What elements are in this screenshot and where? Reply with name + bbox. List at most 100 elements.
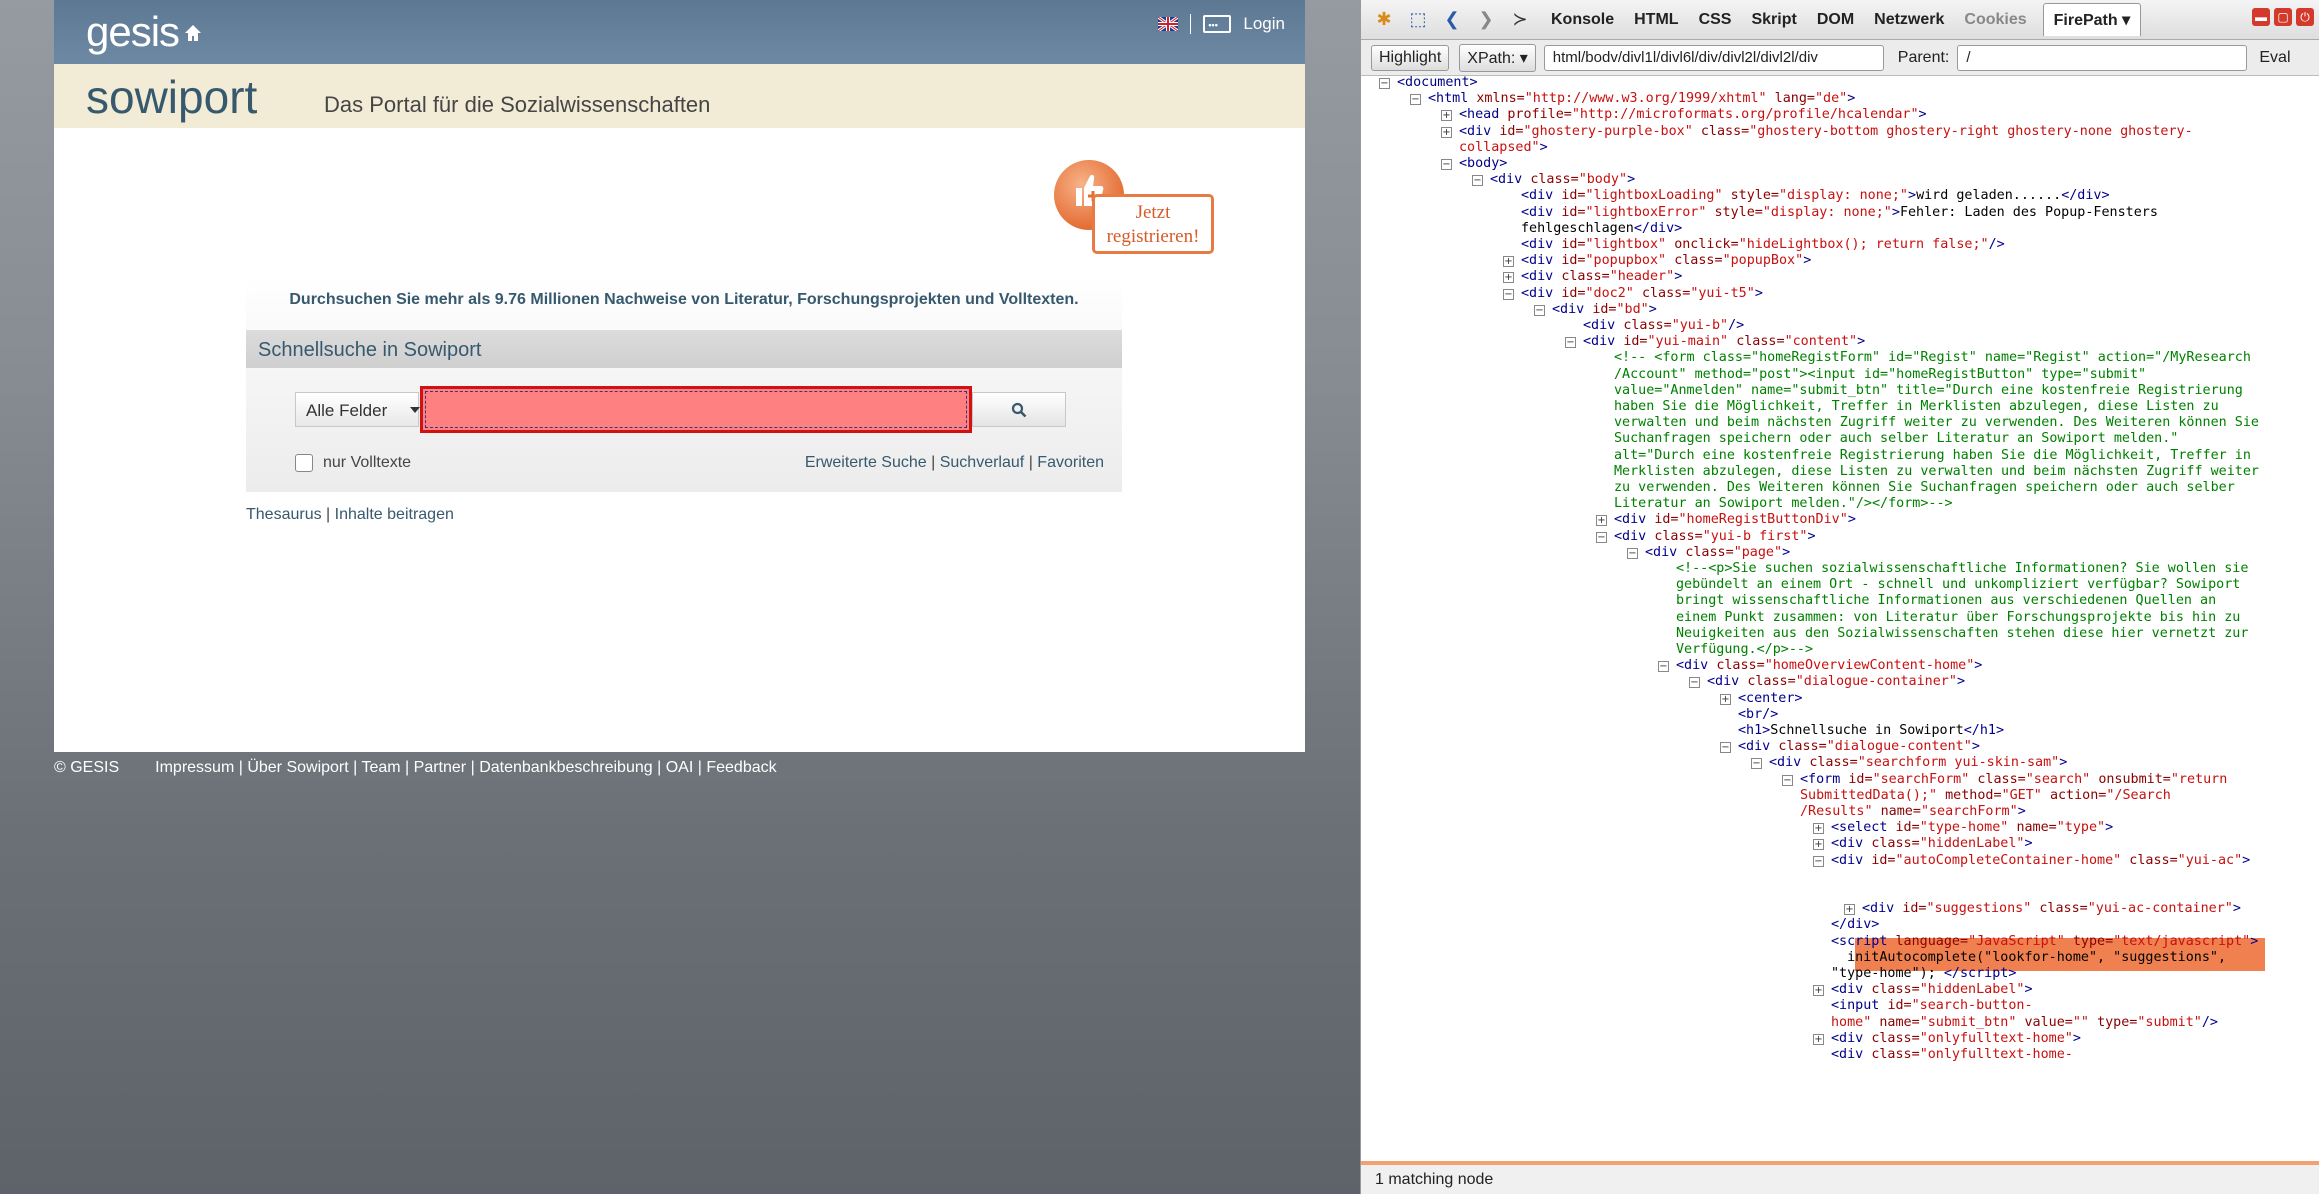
highlight-button[interactable]: Highlight xyxy=(1371,44,1450,71)
register-button[interactable]: Jetzt registrieren! xyxy=(1054,158,1226,256)
tab-skript[interactable]: Skript xyxy=(1751,11,1796,29)
tree-toggle-icon[interactable]: + xyxy=(1813,985,1824,997)
tree-node[interactable]: initAutocomplete("lookfor-home", "sugges… xyxy=(1831,950,2226,966)
tree-toggle-icon[interactable]: + xyxy=(1720,693,1731,705)
tab-html[interactable]: HTML xyxy=(1634,11,1678,29)
tree-node[interactable]: <div id="lightbox" onclick="hideLightbox… xyxy=(1521,237,2005,253)
history-link[interactable]: Suchverlauf xyxy=(940,454,1025,471)
tab-dom[interactable]: DOM xyxy=(1817,11,1854,29)
tree-node[interactable]: <div class="onlyfulltext-home- xyxy=(1831,1047,2073,1063)
tree-toggle-icon[interactable]: + xyxy=(1813,839,1824,851)
tree-node[interactable]: home" name="submit_btn" value="" type="s… xyxy=(1831,1015,2218,1031)
command-line-icon[interactable]: ≻ xyxy=(1509,9,1531,31)
tree-toggle-icon[interactable]: + xyxy=(1844,904,1855,916)
back-icon[interactable]: ❮ xyxy=(1441,9,1463,31)
tree-node[interactable]: <div id="ghostery-purple-box" class="gho… xyxy=(1459,124,2193,140)
sowiport-logo[interactable]: sowiport xyxy=(86,70,257,124)
tree-toggle-icon[interactable]: − xyxy=(1751,758,1762,770)
tree-toggle-icon[interactable]: + xyxy=(1503,256,1514,268)
tree-node[interactable]: Neuigkeiten aus den Sozialwissenschaften… xyxy=(1676,626,2248,642)
close-icon[interactable]: ⏻ xyxy=(2296,8,2314,26)
tree-node[interactable]: <div id="doc2" class="yui-t5"> xyxy=(1521,286,1763,302)
tree-node[interactable]: <div class="body"> xyxy=(1490,172,1635,188)
tree-node[interactable]: <div class="onlyfulltext-home"> xyxy=(1831,1031,2081,1047)
tree-node[interactable]: Suchanfragen speichern oder auch selber … xyxy=(1614,431,2178,447)
tree-node[interactable]: <div id="autoCompleteContainer-home" cla… xyxy=(1831,853,2250,869)
login-icon[interactable]: ••• xyxy=(1203,15,1232,33)
tree-node[interactable]: <div class="searchform yui-skin-sam"> xyxy=(1769,755,2067,771)
tree-toggle-icon[interactable]: − xyxy=(1503,288,1514,300)
lookfor-input[interactable] xyxy=(420,386,972,433)
tree-node[interactable]: <div id="bd"> xyxy=(1552,302,1657,318)
tab-netzwerk[interactable]: Netzwerk xyxy=(1874,11,1944,29)
gesis-logo[interactable]: gesis xyxy=(86,8,180,56)
tree-node[interactable]: <div class="hiddenLabel"> xyxy=(1831,836,2033,852)
tree-node[interactable]: <script language="JavaScript" type="text… xyxy=(1831,934,2258,950)
tree-toggle-icon[interactable]: + xyxy=(1441,126,1452,138)
tree-node[interactable]: <div id="lightboxError" style="display: … xyxy=(1521,205,2158,221)
tree-toggle-icon[interactable]: − xyxy=(1813,855,1824,867)
tree-node[interactable]: <center> xyxy=(1738,691,1803,707)
tree-node[interactable]: <document> xyxy=(1397,76,1478,91)
tree-node[interactable]: haben Sie die Möglichkeit, Treffer in Me… xyxy=(1614,399,2219,415)
field-select[interactable]: Alle Felder xyxy=(295,392,420,427)
parent-input[interactable]: / xyxy=(1957,44,2248,71)
login-link[interactable]: Login xyxy=(1243,14,1285,34)
tree-node[interactable]: value="Anmelden" name="submit_btn" title… xyxy=(1614,383,2243,399)
forward-icon[interactable]: ❯ xyxy=(1475,9,1497,31)
tree-toggle-icon[interactable]: + xyxy=(1813,823,1824,835)
tree-node[interactable]: <input id="lookfor-home" class="yui-ac- xyxy=(1862,869,2176,885)
tree-node[interactable]: <!--<p>Sie suchen sozialwissenschaftlich… xyxy=(1676,561,2248,577)
tab-css[interactable]: CSS xyxy=(1699,11,1732,29)
tree-node[interactable]: <div class="dialogue-container"> xyxy=(1707,674,1965,690)
tree-node[interactable]: zu verwenden. Des Weiteren können Sie Su… xyxy=(1614,480,2235,496)
tree-node[interactable]: <div id="yui-main" class="content"> xyxy=(1583,334,1865,350)
tree-node[interactable]: einem Punkt zusammen: von Literatur über… xyxy=(1676,610,2240,626)
footer-link-feedback[interactable]: Feedback xyxy=(706,759,776,776)
tree-node[interactable]: Merklisten abzulegen, diese Listen zu ve… xyxy=(1614,464,2259,480)
tree-toggle-icon[interactable]: + xyxy=(1503,272,1514,284)
tree-node[interactable]: SubmittedData();" method="GET" action="/… xyxy=(1800,788,2171,804)
xpath-mode-select[interactable]: XPath: ▾ xyxy=(1459,43,1536,72)
uk-flag-icon[interactable] xyxy=(1158,17,1179,31)
tree-node[interactable]: bringt wissenschaftliche Informationen a… xyxy=(1676,593,2216,609)
tree-node[interactable]: input" name="lookfor" size="46" value=""… xyxy=(1862,885,2273,901)
home-icon[interactable] xyxy=(182,22,204,44)
tree-node[interactable]: <br/> xyxy=(1738,707,1778,723)
fulltext-checkbox[interactable] xyxy=(295,454,313,472)
tree-toggle-icon[interactable]: + xyxy=(1596,515,1607,527)
tab-cookies[interactable]: Cookies xyxy=(1964,11,2026,29)
tree-node[interactable]: alt="Durch eine kostenfreie Registrierun… xyxy=(1614,448,2251,464)
footer-link-oai[interactable]: OAI xyxy=(666,759,694,776)
advanced-search-link[interactable]: Erweiterte Suche xyxy=(805,454,927,471)
tab-konsole[interactable]: Konsole xyxy=(1551,11,1614,29)
footer-link-impressum[interactable]: Impressum xyxy=(155,759,234,776)
tree-toggle-icon[interactable]: − xyxy=(1534,304,1545,316)
tree-toggle-icon[interactable]: − xyxy=(1627,547,1638,559)
firebug-icon[interactable]: ✱ xyxy=(1373,9,1395,31)
tree-node[interactable]: <div class="homeOverviewContent-home"> xyxy=(1676,658,1982,674)
footer-link-partner[interactable]: Partner xyxy=(414,759,466,776)
tree-node[interactable]: <form id="searchForm" class="search" ons… xyxy=(1800,772,2227,788)
tree-node[interactable]: <div class="hiddenLabel"> xyxy=(1831,982,2033,998)
tree-node[interactable]: collapsed"> xyxy=(1459,140,1548,156)
tree-node[interactable]: <!-- <form class="homeRegistForm" id="Re… xyxy=(1614,350,2251,366)
tree-node[interactable]: /Account" method="post"><input id="homeR… xyxy=(1614,367,2146,383)
tree-toggle-icon[interactable]: + xyxy=(1813,1033,1824,1045)
footer-link-about[interactable]: Über Sowiport xyxy=(247,759,348,776)
xpath-input[interactable]: html/bodv/divl1l/divl6l/div/divl2l/divl2… xyxy=(1543,44,1884,71)
tree-toggle-icon[interactable]: − xyxy=(1441,159,1452,170)
tree-node[interactable]: Verfügung.</p>--> xyxy=(1676,642,1813,658)
minimize-icon[interactable]: ▬ xyxy=(2252,8,2270,26)
eval-button[interactable]: Eval xyxy=(2259,49,2290,67)
tree-toggle-icon[interactable]: − xyxy=(1565,337,1576,349)
tree-node[interactable]: <div id="suggestions" class="yui-ac-cont… xyxy=(1862,901,2241,917)
tree-node[interactable]: gebündelt an einem Ort - schnell und unk… xyxy=(1676,577,2240,593)
tree-node[interactable]: <div id="homeRegistButtonDiv"> xyxy=(1614,512,1856,528)
footer-link-team[interactable]: Team xyxy=(361,759,400,776)
inspect-icon[interactable]: ⬚ xyxy=(1407,9,1429,31)
tree-toggle-icon[interactable]: − xyxy=(1720,742,1731,754)
detach-icon[interactable]: ▢ xyxy=(2274,8,2292,26)
tree-node[interactable]: <div class="yui-b first"> xyxy=(1614,529,1816,545)
tree-node[interactable]: </div> xyxy=(1831,917,1879,933)
